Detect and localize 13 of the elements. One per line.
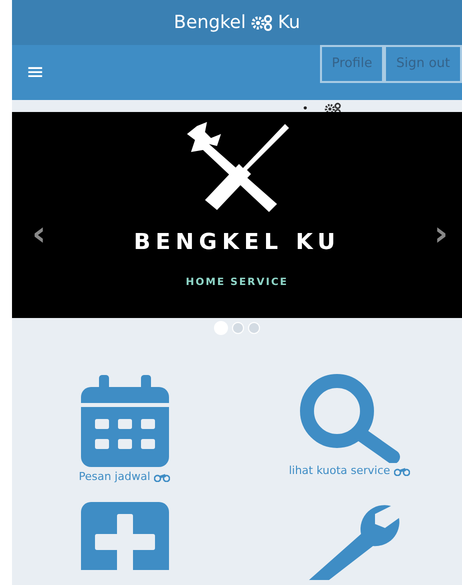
bullet: • xyxy=(302,101,308,117)
app-title: Ku xyxy=(278,11,300,35)
menu-link[interactable]: Pesan jadwal xyxy=(78,469,170,486)
sign-out-button[interactable]: Sign out xyxy=(384,45,462,83)
menu-link[interactable]: lihat kuota service xyxy=(288,463,410,480)
banner-title: BENGKEL KU xyxy=(134,229,340,257)
gears-icon xyxy=(250,14,274,32)
profile-button[interactable]: Profile xyxy=(320,45,384,83)
next-button[interactable]: › xyxy=(434,217,448,251)
banner-subtitle: HOME SERVICE xyxy=(186,276,288,290)
app-title: Bengkel xyxy=(174,11,246,35)
previous-button[interactable]: ‹ xyxy=(32,217,46,251)
menu-button[interactable]: ≡ xyxy=(12,62,58,84)
